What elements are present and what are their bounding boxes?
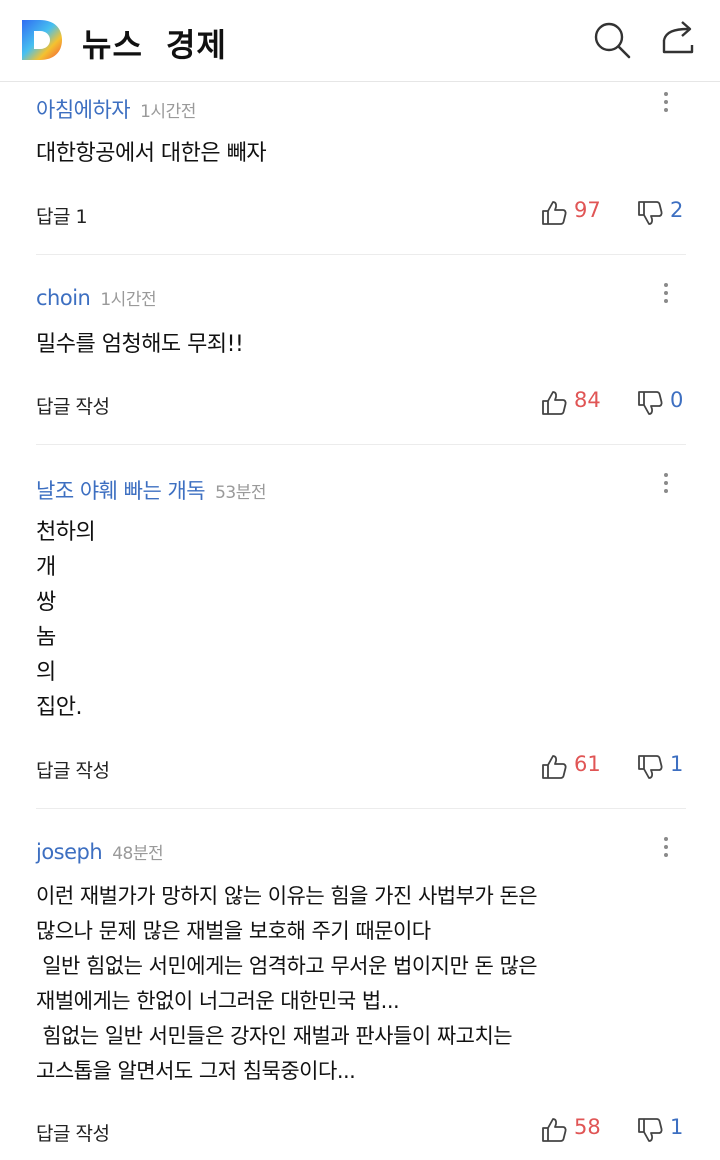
daum-logo-icon[interactable] <box>20 18 64 62</box>
thumbs-up-icon <box>542 391 567 415</box>
comment-meta: joseph 48분전 <box>36 839 164 867</box>
comment-text: 이런 재벌가가 망하지 않는 이유는 힘을 가진 사법부가 돈은 많으나 문제 … <box>36 884 538 1083</box>
comment-author[interactable]: 아침에하자 <box>36 98 131 122</box>
comment-meta: 아침에하자 1시간전 <box>36 94 196 122</box>
comment-text: 밀수를 엄청해도 무죄!! <box>36 332 244 357</box>
comment-divider <box>36 808 686 809</box>
reply-button[interactable]: 답글 작성 <box>36 756 110 783</box>
reply-button[interactable]: 답글 1 <box>36 202 88 229</box>
comment-divider <box>36 444 686 445</box>
comment-author[interactable]: joseph <box>36 840 103 864</box>
thumbs-down-icon <box>638 755 663 779</box>
more-options-icon[interactable] <box>656 833 676 861</box>
thumbs-down-icon <box>638 391 663 415</box>
comment-time: 1시간전 <box>140 102 196 122</box>
comment-divider <box>36 254 686 255</box>
dislike-count: 2 <box>670 198 684 222</box>
thumbs-up-icon <box>542 755 567 779</box>
more-options-icon[interactable] <box>656 279 676 307</box>
like-count: 58 <box>574 1115 601 1139</box>
thumbs-down-icon <box>638 1118 663 1142</box>
thumbs-down-icon <box>638 201 663 225</box>
comment-meta: 날조 야훼 빠는 개독 53분전 <box>36 475 267 503</box>
comment-time: 1시간전 <box>100 290 157 310</box>
thumbs-up-icon <box>542 1118 567 1142</box>
comment-time: 48분전 <box>112 844 164 864</box>
reply-button[interactable]: 답글 작성 <box>36 1119 110 1146</box>
comment-item: 아침에하자 1시간전 대한항공에서 대한은 빼자 답글 1 97 2 <box>36 92 686 244</box>
more-options-icon[interactable] <box>656 469 676 497</box>
thumbs-up-icon <box>542 201 567 225</box>
comment-time: 53분전 <box>215 483 267 503</box>
comment-item: joseph 48분전 이런 재벌가가 망하지 않는 이유는 힘을 가진 사법부가… <box>36 837 686 1154</box>
comment-author[interactable]: 날조 야훼 빠는 개독 <box>36 479 206 503</box>
dislike-count: 0 <box>670 388 684 412</box>
search-icon[interactable] <box>592 20 632 60</box>
app-header: 뉴스 경제 <box>0 0 720 82</box>
comment-meta: choin 1시간전 <box>36 285 157 313</box>
dislike-count: 1 <box>670 752 684 776</box>
like-count: 84 <box>574 388 601 412</box>
comment-text: 천하의 개 쌍 놈 의 집안. <box>36 520 96 720</box>
like-count: 61 <box>574 752 601 776</box>
comment-item: 날조 야훼 빠는 개독 53분전 천하의 개 쌍 놈 의 집안. 답글 작성 61… <box>36 473 686 800</box>
comment-item: choin 1시간전 밀수를 엄청해도 무죄!! 답글 작성 84 0 <box>36 283 686 435</box>
comment-text: 대한항공에서 대한은 빼자 <box>36 141 267 166</box>
reply-button[interactable]: 답글 작성 <box>36 392 110 419</box>
like-count: 97 <box>574 198 601 222</box>
dislike-count: 1 <box>670 1115 684 1139</box>
share-icon[interactable] <box>658 18 698 58</box>
section-title[interactable]: 경제 <box>166 20 227 66</box>
page-title[interactable]: 뉴스 <box>82 20 143 66</box>
more-options-icon[interactable] <box>656 88 676 116</box>
comment-author[interactable]: choin <box>36 286 91 310</box>
